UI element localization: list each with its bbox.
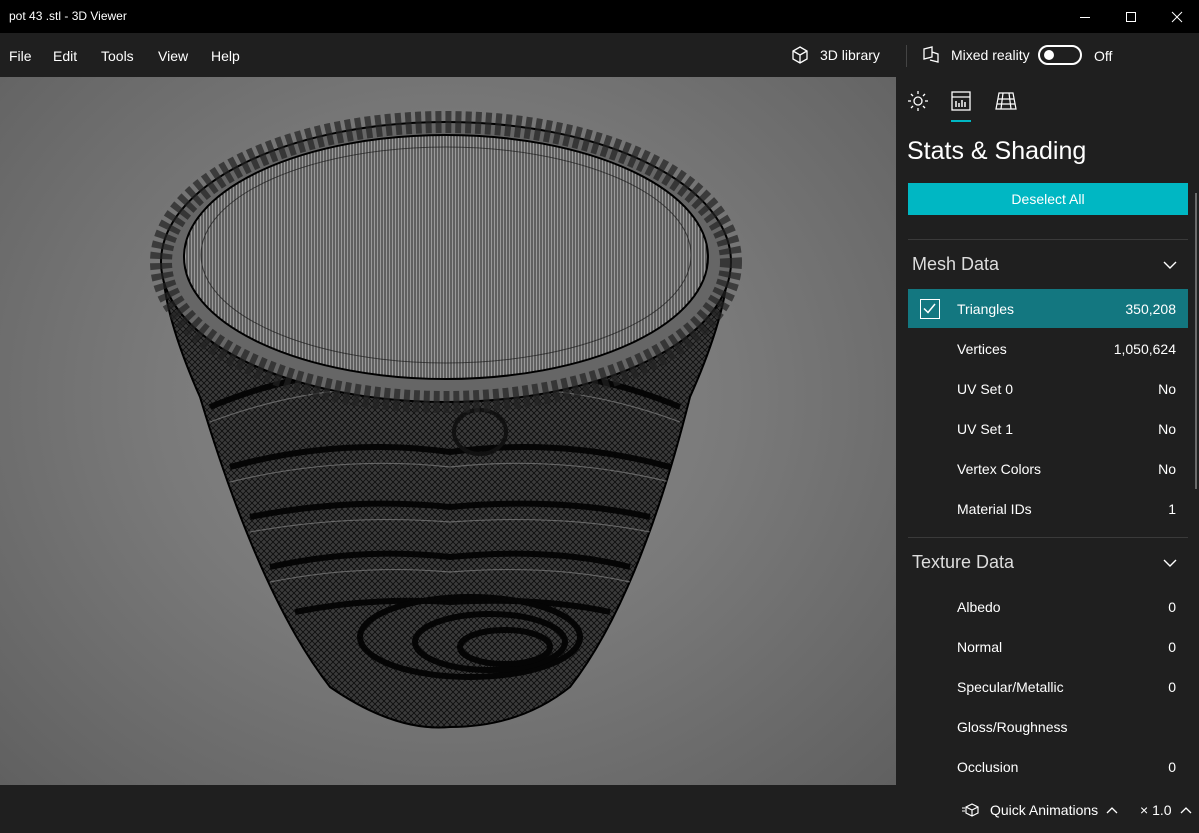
texture-row-value: 0	[1168, 639, 1176, 655]
texture-row-label: Occlusion	[957, 759, 1019, 775]
panel-title: Stats & Shading	[907, 137, 1087, 165]
close-button[interactable]	[1154, 0, 1199, 33]
title-bar: pot 43 .stl - 3D Viewer	[0, 0, 1199, 33]
chevron-down-icon[interactable]	[1162, 555, 1178, 571]
mesh-row-vertices[interactable]: Vertices 1,050,624	[908, 329, 1188, 368]
menu-view[interactable]: View	[158, 48, 188, 64]
animation-icon	[962, 803, 979, 817]
section-divider	[908, 537, 1188, 538]
texture-row-value: 0	[1168, 599, 1176, 615]
deselect-all-button[interactable]: Deselect All	[908, 183, 1188, 215]
window-title: pot 43 .stl - 3D Viewer	[9, 9, 127, 23]
active-tab-indicator	[951, 120, 971, 122]
stats-panel: Stats & Shading Deselect All Mesh Data T…	[896, 77, 1199, 785]
lighting-icon	[908, 91, 928, 111]
tab-lighting[interactable]	[906, 89, 930, 113]
panel-tabs	[896, 77, 1199, 125]
mesh-row-label: Vertices	[957, 341, 1007, 357]
animation-speed-label: × 1.0	[1140, 802, 1172, 818]
texture-row-albedo[interactable]: Albedo 0	[908, 587, 1188, 626]
mesh-row-value: 350,208	[1125, 301, 1176, 317]
texture-row-label: Gloss/Roughness	[957, 719, 1068, 735]
menu-help[interactable]: Help	[211, 48, 240, 64]
status-bar: Quick Animations × 1.0	[0, 785, 1199, 833]
texture-data-header[interactable]: Texture Data	[912, 552, 1014, 573]
menu-tools[interactable]: Tools	[101, 48, 134, 64]
panel-scrollbar[interactable]	[1195, 193, 1197, 489]
pot-model-wireframe[interactable]	[0, 77, 896, 785]
mesh-row-value: 1,050,624	[1113, 341, 1176, 357]
maximize-button[interactable]	[1108, 0, 1154, 33]
texture-row-normal[interactable]: Normal 0	[908, 627, 1188, 666]
mesh-row-label: Vertex Colors	[957, 461, 1042, 477]
quick-animations-label: Quick Animations	[990, 802, 1099, 818]
chevron-up-icon	[1106, 807, 1118, 814]
maximize-icon	[1126, 11, 1136, 22]
texture-row-gloss-roughness[interactable]: Gloss/Roughness	[908, 707, 1188, 746]
texture-row-value: 0	[1168, 679, 1176, 695]
tab-grid[interactable]	[994, 89, 1018, 113]
menu-separator	[906, 45, 907, 67]
texture-row-value: 0	[1168, 759, 1176, 775]
mesh-row-value: No	[1158, 421, 1176, 437]
mixed-reality-icon	[923, 46, 939, 63]
mesh-row-label: UV Set 1	[957, 421, 1014, 437]
chevron-down-icon[interactable]	[1162, 257, 1178, 273]
checkbox-icon[interactable]	[920, 299, 940, 319]
mesh-row-label: UV Set 0	[957, 381, 1014, 397]
section-divider	[908, 239, 1188, 240]
stats-icon	[951, 91, 971, 111]
quick-animations-button[interactable]: Quick Animations	[962, 802, 1118, 818]
chevron-up-icon	[1180, 807, 1191, 814]
texture-row-label: Normal	[957, 639, 1003, 655]
mesh-row-uv-set-0[interactable]: UV Set 0 No	[908, 369, 1188, 408]
texture-row-occlusion[interactable]: Occlusion 0	[908, 747, 1188, 785]
animation-speed-button[interactable]: × 1.0	[1140, 802, 1192, 818]
minimize-icon	[1080, 16, 1090, 18]
cube-icon	[792, 46, 808, 64]
mixed-reality-button[interactable]: Mixed reality	[921, 45, 1030, 65]
tab-stats[interactable]	[949, 89, 973, 113]
menu-edit[interactable]: Edit	[53, 48, 77, 64]
minimize-button[interactable]	[1062, 0, 1108, 33]
texture-row-label: Specular/Metallic	[957, 679, 1064, 695]
mesh-row-value: 1	[1168, 501, 1176, 517]
mesh-row-material-ids[interactable]: Material IDs 1	[908, 489, 1188, 528]
mesh-row-uv-set-1[interactable]: UV Set 1 No	[908, 409, 1188, 448]
menu-bar: File Edit Tools View Help 3D library Mix…	[0, 33, 1199, 77]
grid-icon	[995, 92, 1017, 110]
mesh-row-label: Triangles	[957, 301, 1015, 317]
mesh-row-vertex-colors[interactable]: Vertex Colors No	[908, 449, 1188, 488]
menu-file[interactable]: File	[9, 48, 32, 64]
mixed-reality-label: Mixed reality	[951, 47, 1030, 63]
mesh-row-label: Material IDs	[957, 501, 1032, 517]
mixed-reality-state: Off	[1094, 48, 1113, 64]
mixed-reality-toggle[interactable]	[1038, 45, 1082, 65]
mesh-row-value: No	[1158, 461, 1176, 477]
close-icon	[1171, 11, 1183, 22]
mesh-row-value: No	[1158, 381, 1176, 397]
3d-library-button[interactable]: 3D library	[790, 45, 880, 65]
texture-row-label: Albedo	[957, 599, 1001, 615]
mesh-row-triangles[interactable]: Triangles 350,208	[908, 289, 1188, 328]
3d-viewport[interactable]	[0, 77, 896, 785]
texture-row-specular-metallic[interactable]: Specular/Metallic 0	[908, 667, 1188, 706]
mesh-data-header[interactable]: Mesh Data	[912, 254, 999, 275]
3d-library-label: 3D library	[820, 47, 880, 63]
